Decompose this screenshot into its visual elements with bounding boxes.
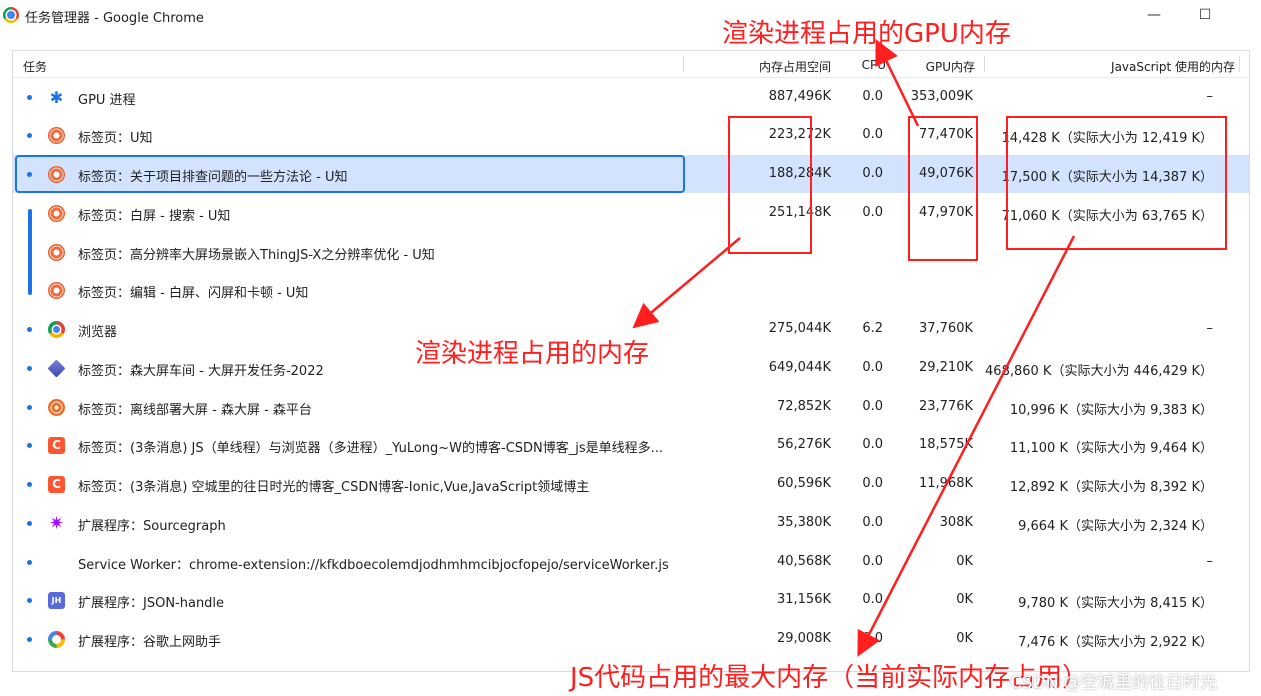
annotation-gpu: 渲染进程占用的GPU内存 [722,19,1011,49]
arrow-to-gpu-label [875,39,920,127]
arrow-to-memory-label [632,237,741,329]
watermark: CSDN @空城里的往日时光 [1010,673,1217,693]
annotation-memory: 渲染进程占用的内存 [415,339,650,369]
arrow-to-js-label [857,235,1076,657]
